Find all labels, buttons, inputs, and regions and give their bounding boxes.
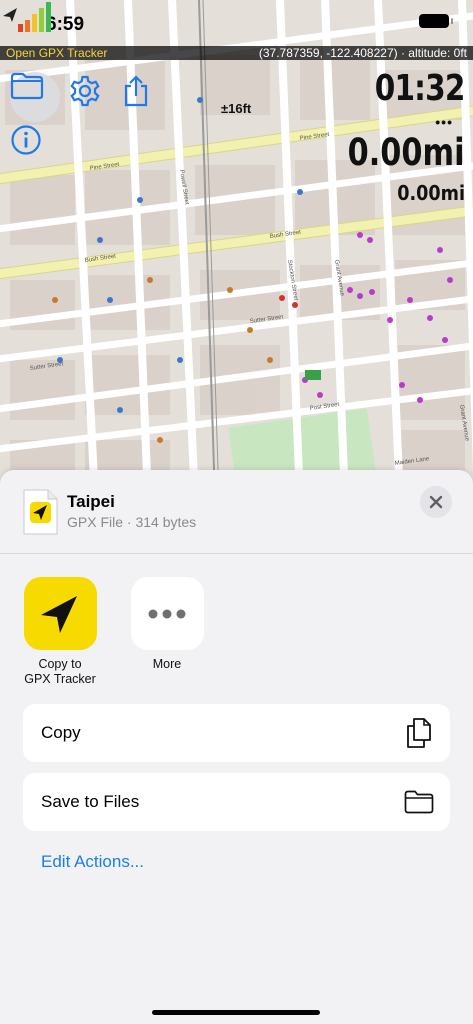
share-button[interactable]	[122, 74, 168, 120]
share-icon	[124, 75, 148, 107]
segment-distance: 0.00mi	[397, 181, 465, 205]
coordinates-readout: (37.787359, -122.408227) · altitude: 0ft	[258, 46, 467, 60]
gps-signal-icon	[3, 2, 51, 32]
share-target-more[interactable]: More	[122, 577, 212, 672]
copy-action[interactable]: Copy	[23, 704, 450, 762]
close-icon	[429, 495, 443, 509]
share-target-label-line1: Copy to	[38, 657, 82, 671]
gpx-tracker-app-icon	[23, 577, 97, 650]
share-target-gpx-tracker[interactable]: Copy to GPX Tracker	[15, 577, 105, 687]
gear-icon	[70, 75, 100, 107]
more-app-icon	[130, 577, 204, 650]
file-title: Taipei	[67, 492, 115, 511]
copy-action-label: Copy	[41, 723, 81, 742]
share-target-label-line1: More	[152, 657, 182, 671]
status-icons	[419, 14, 453, 28]
edit-actions-link[interactable]: Edit Actions...	[41, 852, 144, 872]
total-distance: 0.00mi	[348, 131, 465, 174]
save-to-files-action[interactable]: Save to Files	[23, 773, 450, 831]
share-target-label: Copy to GPX Tracker	[15, 657, 105, 687]
save-to-files-label: Save to Files	[41, 792, 140, 811]
close-button[interactable]	[420, 486, 452, 518]
share-sheet: Taipei GPX File · 314 bytes Copy to GPX …	[0, 470, 473, 1024]
timer-more-dots[interactable]: •••	[435, 114, 453, 130]
folder-icon	[10, 72, 44, 100]
folder-button[interactable]	[10, 72, 60, 122]
info-button[interactable]	[10, 124, 56, 170]
home-indicator[interactable]	[152, 1010, 320, 1015]
share-sheet-header: Taipei GPX File · 314 bytes	[0, 470, 473, 554]
file-subtitle: GPX File · 314 bytes	[67, 514, 197, 530]
status-bar: 6:59	[0, 0, 473, 46]
map-view[interactable]: Pine Street Pine Street Bush Street Bush…	[0, 0, 473, 500]
folder-icon	[404, 787, 434, 817]
navigation-arrow-icon	[41, 595, 77, 633]
share-target-label: More	[122, 657, 212, 672]
settings-button[interactable]	[68, 74, 114, 120]
battery-icon	[419, 14, 453, 28]
document-copy-icon	[404, 718, 434, 748]
app-info-bar: Open GPX Tracker (37.787359, -122.408227…	[0, 46, 473, 60]
share-target-label-line2: GPX Tracker	[24, 672, 96, 686]
elapsed-timer: 01:32	[375, 68, 466, 109]
gps-accuracy: ±16ft	[221, 101, 252, 116]
info-icon	[11, 125, 41, 155]
gpx-file-thumbnail-icon	[23, 489, 58, 535]
ellipsis-icon	[148, 609, 186, 618]
